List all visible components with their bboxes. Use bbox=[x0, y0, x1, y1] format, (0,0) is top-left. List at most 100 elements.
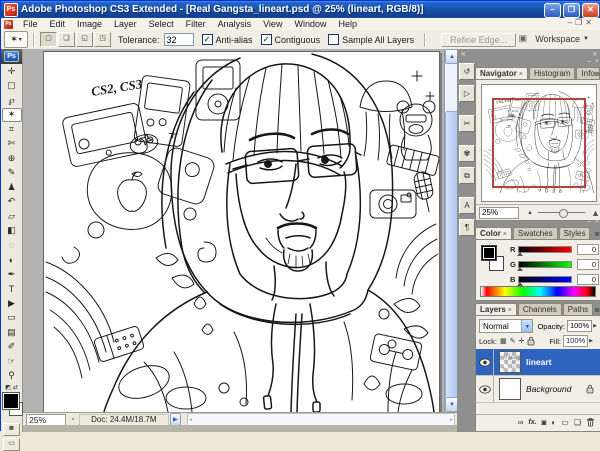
menu-edit[interactable]: Edit bbox=[44, 18, 72, 30]
zoom-tool[interactable]: ⚲ bbox=[2, 369, 22, 384]
document-window-controls[interactable]: –❐✕ bbox=[568, 18, 595, 27]
panel-menu-icon[interactable]: ≣ bbox=[594, 306, 600, 314]
visibility-toggle[interactable] bbox=[476, 376, 494, 402]
actions-panel-button[interactable]: ▷ bbox=[459, 85, 475, 102]
shape-tool[interactable]: ▭ bbox=[2, 311, 22, 326]
tab-close-icon[interactable]: × bbox=[508, 307, 512, 314]
canvas-artwork[interactable] bbox=[43, 51, 440, 413]
slice-tool[interactable]: ✄ bbox=[2, 137, 22, 152]
lock-pixels-icon[interactable]: ✎ bbox=[510, 337, 516, 345]
swap-colors-icon[interactable]: ⇄ bbox=[13, 384, 18, 391]
tab-styles[interactable]: Styles bbox=[559, 227, 591, 239]
fill-field[interactable]: 100% bbox=[563, 335, 588, 347]
tab-close-icon[interactable]: × bbox=[519, 71, 523, 78]
layer-group-icon[interactable]: ▭ bbox=[561, 418, 569, 427]
blend-dropdown-icon[interactable]: ▾ bbox=[521, 320, 532, 332]
panel-close-icon[interactable]: × bbox=[595, 294, 599, 301]
lock-position-icon[interactable]: ✛ bbox=[518, 337, 524, 345]
layer-row-background[interactable]: Background bbox=[476, 376, 600, 403]
navigator-zoom-field[interactable]: 25% bbox=[479, 207, 519, 219]
tab-histogram[interactable]: Histogram bbox=[529, 67, 575, 79]
vertical-scrollbar[interactable]: ▲ ▼ bbox=[444, 49, 457, 412]
brush-tool[interactable]: ✎ bbox=[2, 166, 22, 181]
tab-color[interactable]: Color× bbox=[475, 227, 512, 239]
scroll-down-icon[interactable]: ▼ bbox=[445, 397, 457, 412]
tab-channels[interactable]: Channels bbox=[518, 303, 562, 315]
blur-tool[interactable]: ◌ bbox=[2, 238, 22, 253]
refine-edge-button[interactable]: Refine Edge... bbox=[441, 33, 516, 47]
workspace-menu[interactable]: ▣ Workspace ▼ bbox=[519, 33, 589, 44]
tab-swatches[interactable]: Swatches bbox=[513, 227, 558, 239]
layer-thumbnail[interactable] bbox=[499, 378, 521, 400]
scroll-up-icon[interactable]: ▲ bbox=[445, 49, 457, 64]
clone-source-panel-button[interactable]: ⧉ bbox=[459, 167, 475, 184]
zoom-level-field[interactable]: 25% bbox=[26, 414, 66, 426]
history-brush-tool[interactable]: ↶ bbox=[2, 195, 22, 210]
panel-menu-icon[interactable]: ≣ bbox=[594, 70, 600, 78]
link-layers-icon[interactable]: ∞ bbox=[518, 418, 524, 427]
green-value-field[interactable]: 0 bbox=[577, 259, 599, 270]
eraser-tool[interactable]: ▱ bbox=[2, 209, 22, 224]
quick-mask-button[interactable]: ◙ bbox=[3, 423, 20, 436]
adjustment-layer-icon[interactable]: ◐ bbox=[551, 418, 556, 427]
new-selection-button[interactable]: ▢ bbox=[40, 32, 57, 47]
character-panel-button[interactable]: A bbox=[459, 197, 475, 214]
panel-minimize-icon[interactable]: – bbox=[587, 218, 591, 225]
menu-image[interactable]: Image bbox=[71, 18, 108, 30]
navigator-zoom-slider[interactable] bbox=[538, 212, 585, 213]
collapse-dock-icon[interactable]: « bbox=[461, 49, 465, 59]
intersect-selection-button[interactable]: ◳ bbox=[94, 32, 111, 47]
panel-close-icon[interactable]: × bbox=[595, 58, 599, 65]
move-tool[interactable]: ✛ bbox=[2, 64, 22, 79]
panel-menu-icon[interactable]: ≣ bbox=[594, 230, 600, 238]
layer-row-lineart[interactable]: lineart bbox=[476, 349, 600, 376]
lock-transparency-icon[interactable]: ▦ bbox=[500, 337, 507, 345]
doc-close-icon[interactable]: ✕ bbox=[585, 18, 595, 27]
doc-restore-icon[interactable]: ❐ bbox=[575, 18, 585, 27]
tab-navigator[interactable]: Navigator× bbox=[475, 67, 528, 79]
visibility-toggle[interactable] bbox=[476, 349, 494, 375]
green-slider[interactable] bbox=[518, 261, 572, 268]
blue-slider-thumb[interactable] bbox=[517, 282, 523, 286]
zoom-slider-thumb[interactable] bbox=[559, 209, 568, 218]
green-slider-thumb[interactable] bbox=[517, 267, 523, 271]
path-selection-tool[interactable]: ▶ bbox=[2, 296, 22, 311]
menu-select[interactable]: Select bbox=[143, 18, 180, 30]
layer-thumbnail[interactable] bbox=[499, 351, 521, 373]
sample-all-layers-checkbox[interactable]: ✓ bbox=[328, 34, 339, 45]
tab-layers[interactable]: Layers× bbox=[475, 303, 517, 315]
layer-mask-icon[interactable]: ◙ bbox=[542, 418, 547, 427]
pen-tool[interactable]: ✒ bbox=[2, 267, 22, 282]
subtract-from-selection-button[interactable]: ◱ bbox=[76, 32, 93, 47]
paragraph-panel-button[interactable]: ¶ bbox=[459, 219, 475, 236]
magic-wand-preset-button[interactable]: ✶ ▾ bbox=[4, 31, 28, 48]
blue-value-field[interactable]: 0 bbox=[577, 274, 599, 285]
delete-layer-icon[interactable] bbox=[586, 417, 595, 427]
foreground-color-swatch[interactable] bbox=[481, 245, 497, 261]
new-layer-icon[interactable]: ❏ bbox=[574, 418, 581, 427]
default-colors-icon[interactable]: ◩ bbox=[5, 384, 11, 391]
red-slider-thumb[interactable] bbox=[517, 252, 523, 256]
marquee-tool[interactable]: ▢ bbox=[2, 79, 22, 94]
history-panel-button[interactable]: ↺ bbox=[459, 63, 475, 80]
crop-tool[interactable]: ⌗ bbox=[2, 122, 22, 137]
contiguous-checkbox[interactable]: ✓ bbox=[261, 34, 272, 45]
scroll-right-icon[interactable]: ► bbox=[449, 417, 454, 423]
magic-wand-tool[interactable]: ✶ bbox=[2, 108, 22, 123]
eyedropper-tool[interactable]: ✐ bbox=[2, 340, 22, 355]
dock-collapse-bar[interactable]: « » bbox=[457, 49, 600, 59]
zoom-out-icon[interactable]: ▲ bbox=[527, 210, 533, 216]
vertical-scroll-thumb[interactable] bbox=[445, 111, 457, 399]
tab-paths[interactable]: Paths bbox=[563, 303, 593, 315]
notes-tool[interactable]: ▤ bbox=[2, 325, 22, 340]
canvas-area[interactable] bbox=[23, 49, 444, 412]
foreground-color-swatch[interactable] bbox=[3, 393, 19, 409]
anti-alias-checkbox[interactable]: ✓ bbox=[202, 34, 213, 45]
add-to-selection-button[interactable]: ❏ bbox=[58, 32, 75, 47]
opacity-arrow-icon[interactable]: ▶ bbox=[593, 323, 597, 329]
hand-tool[interactable]: ☞ bbox=[2, 354, 22, 369]
tab-close-icon[interactable]: × bbox=[503, 231, 507, 238]
navigator-viewbox[interactable] bbox=[492, 98, 586, 188]
blue-slider[interactable] bbox=[518, 276, 572, 283]
screen-mode-button[interactable]: ▭ bbox=[3, 438, 20, 451]
